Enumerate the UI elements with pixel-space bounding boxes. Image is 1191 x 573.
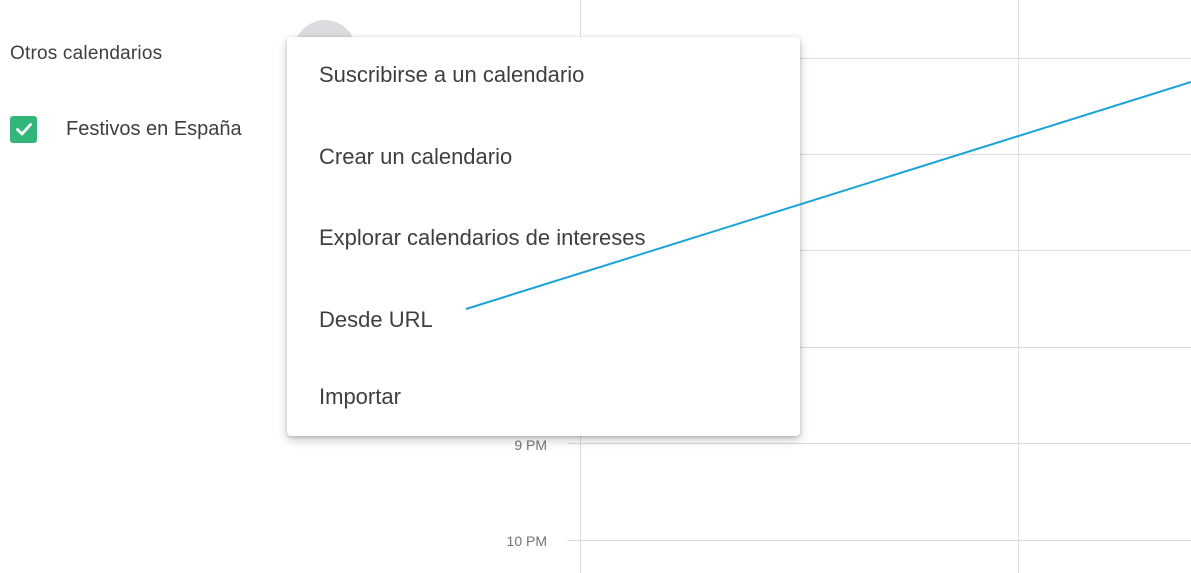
menu-item-label: Explorar calendarios de intereses xyxy=(319,225,646,250)
add-calendar-menu: Suscribirse a un calendario Crear un cal… xyxy=(287,37,800,436)
menu-item-label: Crear un calendario xyxy=(319,144,513,169)
hour-line xyxy=(567,540,1191,541)
time-label: 10 PM xyxy=(506,533,547,549)
other-calendars-title: Otros calendarios xyxy=(10,43,163,64)
calendar-checkbox[interactable] xyxy=(10,115,37,143)
menu-item-import[interactable]: Importar xyxy=(287,349,800,445)
calendar-screen: 9 PM 10 PM Otros calendarios Festivos en… xyxy=(0,0,1191,573)
checkmark-icon xyxy=(15,123,32,136)
menu-item-label: Desde URL xyxy=(319,307,433,332)
calendar-item-festivos[interactable]: Festivos en España xyxy=(10,112,242,146)
grid-divider xyxy=(1018,0,1019,573)
menu-item-label: Suscribirse a un calendario xyxy=(319,62,585,87)
menu-item-label: Importar xyxy=(319,384,401,409)
calendar-label: Festivos en España xyxy=(66,117,242,140)
